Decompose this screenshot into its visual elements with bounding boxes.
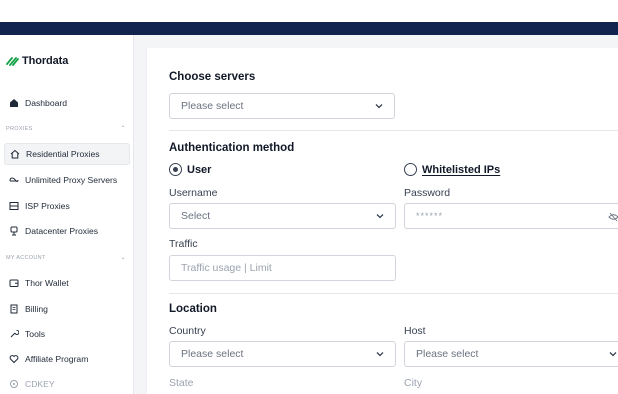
sidebar-item-label: Tools [25,329,46,339]
host-select[interactable]: Please select [404,341,618,367]
username-label: Username [169,187,218,199]
sidebar-item-affiliate-program[interactable]: Affiliate Program [4,348,130,370]
traffic-input[interactable]: Traffic usage | Limit [169,255,396,281]
state-label: State [169,377,194,389]
sidebar: Thordata Dashboard PROXIES ⌃ Residential… [0,35,134,394]
section-divider [169,293,618,294]
chevron-down-icon [609,352,617,357]
section-label-text: PROXIES [6,125,33,132]
radio-unselected-icon [404,163,417,176]
server-icon [9,202,19,210]
sidebar-item-label: CDKEY [25,379,55,389]
country-label: Country [169,325,206,337]
servers-select[interactable]: Please select [169,93,395,119]
password-label: Password [404,187,451,199]
sidebar-item-cdkey[interactable]: CDKEY [4,373,130,394]
sidebar-item-label: Billing [25,304,48,314]
eye-off-icon[interactable] [608,212,618,222]
username-select[interactable]: Select [169,203,396,229]
host-label: Host [404,325,426,337]
authentication-heading: Authentication method [169,142,295,154]
sidebar-item-label: ISP Proxies [25,201,70,211]
choose-servers-heading: Choose servers [169,71,256,83]
radio-whitelisted-ips[interactable]: Whitelisted IPs [404,163,500,176]
wallet-icon [9,279,19,287]
chevron-down-icon: ⌄ [120,255,126,261]
radio-whitelisted-label: Whitelisted IPs [422,163,501,176]
chevron-down-icon [376,352,384,357]
sidebar-item-label: Unlimited Proxy Servers [25,175,118,185]
home-icon [10,149,20,159]
password-field[interactable]: ****** [404,203,618,229]
receipt-icon [10,304,18,314]
browser-top-strip [0,0,618,22]
infinity-icon [9,177,19,182]
radio-selected-icon [169,163,182,176]
section-label-text: MY ACCOUNT [6,254,46,261]
sidebar-item-thor-wallet[interactable]: Thor Wallet [4,272,130,294]
traffic-label: Traffic [169,238,198,250]
top-navigation-bar [0,22,618,35]
handshake-icon [9,355,19,364]
radio-user-label: User [187,163,212,176]
sidebar-item-billing[interactable]: Billing [4,298,130,320]
sidebar-item-label: Residential Proxies [26,149,100,159]
chevron-up-icon: ⌃ [120,126,126,132]
main-content: Choose servers Please select Authenticat… [146,48,618,394]
radio-user[interactable]: User [169,163,211,176]
location-heading: Location [169,303,217,315]
brand-name: Thordata [22,55,69,67]
sidebar-item-isp-proxies[interactable]: ISP Proxies [4,195,130,217]
tools-icon [10,329,19,338]
country-select[interactable]: Please select [169,341,396,367]
sidebar-item-label: Dashboard [25,98,68,108]
password-value: ****** [416,211,444,221]
sidebar-item-unlimited-proxy-servers[interactable]: Unlimited Proxy Servers [4,169,130,191]
city-label: City [404,377,423,389]
database-icon [10,226,18,236]
chevron-down-icon [376,214,384,219]
chevron-down-icon [375,104,383,109]
sidebar-item-label: Affiliate Program [25,354,89,364]
sidebar-item-residential-proxies[interactable]: Residential Proxies [4,143,130,165]
sidebar-item-datacenter-proxies[interactable]: Datacenter Proxies [4,220,130,242]
sidebar-item-tools[interactable]: Tools [4,323,130,345]
dashboard-icon [10,99,18,107]
section-divider [169,130,618,131]
sidebar-item-dashboard[interactable]: Dashboard [4,92,130,114]
section-label-my-account[interactable]: MY ACCOUNT ⌄ [6,254,126,262]
brand-logo[interactable]: Thordata [6,55,68,67]
sidebar-item-label: Thor Wallet [25,278,69,288]
traffic-placeholder: Traffic usage | Limit [181,262,272,274]
country-placeholder: Please select [181,348,244,360]
servers-select-placeholder: Please select [181,100,244,112]
section-label-proxies[interactable]: PROXIES ⌃ [6,125,126,133]
thordata-logo-icon [6,57,19,66]
sidebar-item-label: Datacenter Proxies [25,226,99,236]
username-placeholder: Select [181,210,211,222]
key-icon [10,380,18,388]
host-placeholder: Please select [416,348,479,360]
